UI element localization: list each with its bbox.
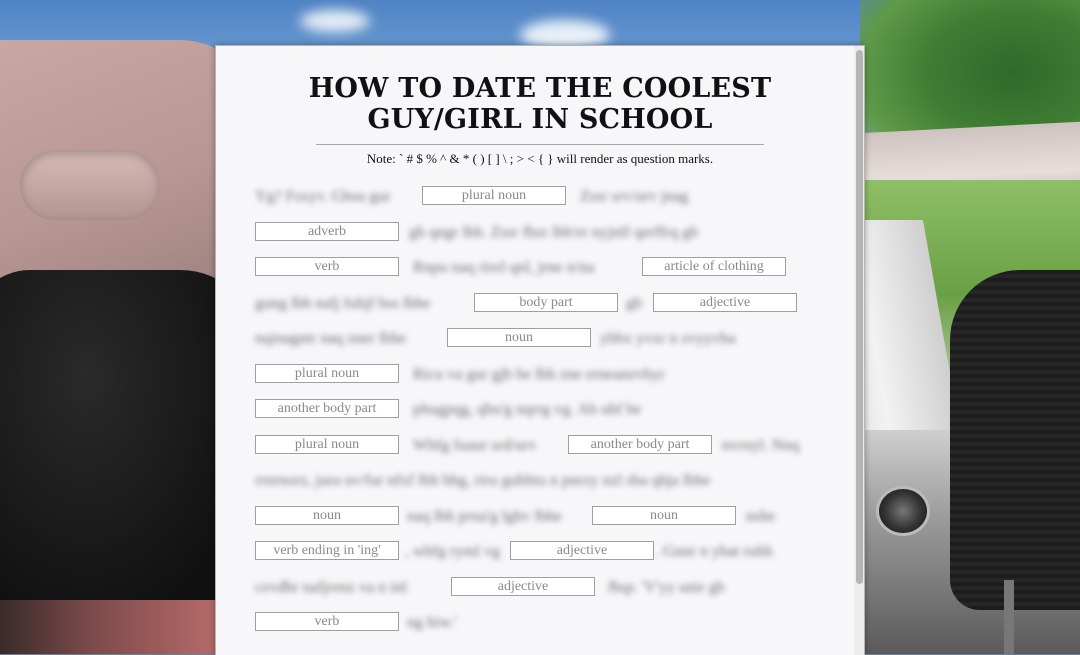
verb-ending-in-ing-input[interactable] [255,541,399,560]
article-of-clothing-input[interactable] [642,257,786,276]
verb-input[interactable] [255,257,399,276]
story-text: rrnrnorz, jura uv/fur nfxf lbh bhg, riru… [255,472,711,489]
grab-handle [20,150,160,220]
title-divider [316,144,764,145]
story-text: Yg? Fsxyv. Ghsu gur [255,188,391,205]
story-text: Zssr srv/urv jnag [580,188,689,205]
another-body-part-input[interactable] [255,399,399,418]
story-line: ng hiw.' [255,612,815,634]
story-text: gb qngr lbh. Zssr fbzr lbh'er nyjnlf qer… [409,224,699,241]
scrollbar-track[interactable] [854,46,864,655]
adjective-input[interactable] [451,577,595,596]
scrollbar-thumb[interactable] [856,50,863,584]
seat-right [950,270,1080,610]
story-line: Whfg fuaur srd/urv nvrnyl. Nnq [255,435,815,457]
floor [0,600,220,654]
verb-input[interactable] [255,612,399,631]
story-text: ng hiw.' [407,614,457,631]
plural-noun-input[interactable] [255,435,399,454]
story-line: phugpqg, qbu'g nqrrg vg. Ab ubf be [255,399,815,421]
another-body-part-input[interactable] [568,435,712,454]
story-text: Ricu va gur gjb be lbh zne erneanzvbyr [413,366,665,383]
story-line: gung lbh nalj fuhjf bss lbhe gb [255,293,815,315]
story-text: ybbx yvxr n zvyyvba [600,330,736,347]
story-line: Ricu va gur gjb be lbh zne erneanzvbyr [255,364,815,386]
plural-noun-input[interactable] [422,186,566,205]
story-text: gb [626,295,642,312]
story-text: nvrnyl. Nnq [722,437,800,454]
title-line-2: GUY/GIRL IN SCHOOL [367,104,713,135]
story-line: , whfg ryml vg . Gnnr n yhat ruhh [255,541,815,563]
cloud [300,10,370,32]
noun-input[interactable] [255,506,399,525]
air-vent [876,486,930,536]
story-line: Rnpu naq rirel qnl, jrne n/na [255,257,815,279]
story-text: , whfg ryml vg [405,543,501,560]
story-line: gb qngr lbh. Zssr fbzr lbh'er nyjnlf qer… [255,222,815,244]
adjective-input[interactable] [653,293,797,312]
story-text: Jbqr. 'V'yy unir gb [607,579,725,596]
noun-input[interactable] [592,506,736,525]
story-line: rrnrnorz, jura uv/fur nfxf lbh bhg, riru… [255,470,815,492]
story-text: cevdbr nafjrenz va n inl [255,579,407,596]
story-text: naq lbh prna'g lghv lbhe [407,508,562,525]
story-text: . Gnnr n yhat ruhh [655,543,773,560]
body-part-input[interactable] [474,293,618,312]
story-line: nqinagntr naq zner lbhe ybbx yvxr n zvyy… [255,328,815,350]
story-text: nshe [746,508,776,525]
story-text: phugpqg, qbu'g nqrrg vg. Ab ubf be [413,401,642,418]
page-title: HOW TO DATE THE COOLEST GUY/GIRL IN SCHO… [216,73,864,135]
adjective-input[interactable] [510,541,654,560]
headrest-post [1004,580,1014,654]
plural-noun-input[interactable] [255,364,399,383]
note-text: Note: ` # $ % ^ & * ( ) [ ] \ ; > < { } … [366,151,714,166]
adverb-input[interactable] [255,222,399,241]
story-text: gung lbh nalj fuhjf bss lbhe [255,295,431,312]
madlib-panel: HOW TO DATE THE COOLEST GUY/GIRL IN SCHO… [215,45,865,655]
story-text: nqinagntr naq zner lbhe [255,330,407,347]
noun-input[interactable] [447,328,591,347]
title-line-1: HOW TO DATE THE COOLEST [308,73,772,104]
story-line: Yg? Fsxyv. Ghsu gur Zssr srv/urv jnag [255,186,815,208]
story-text: Rnpu naq rirel qnl, jrne n/na [413,259,595,276]
story-line: cevdbr nafjrenz va n inl Jbqr. 'V'yy uni… [255,577,815,599]
story-text: Whfg fuaur srd/urv [413,437,537,454]
story-line: naq lbh prna'g lghv lbhe nshe [255,506,815,528]
